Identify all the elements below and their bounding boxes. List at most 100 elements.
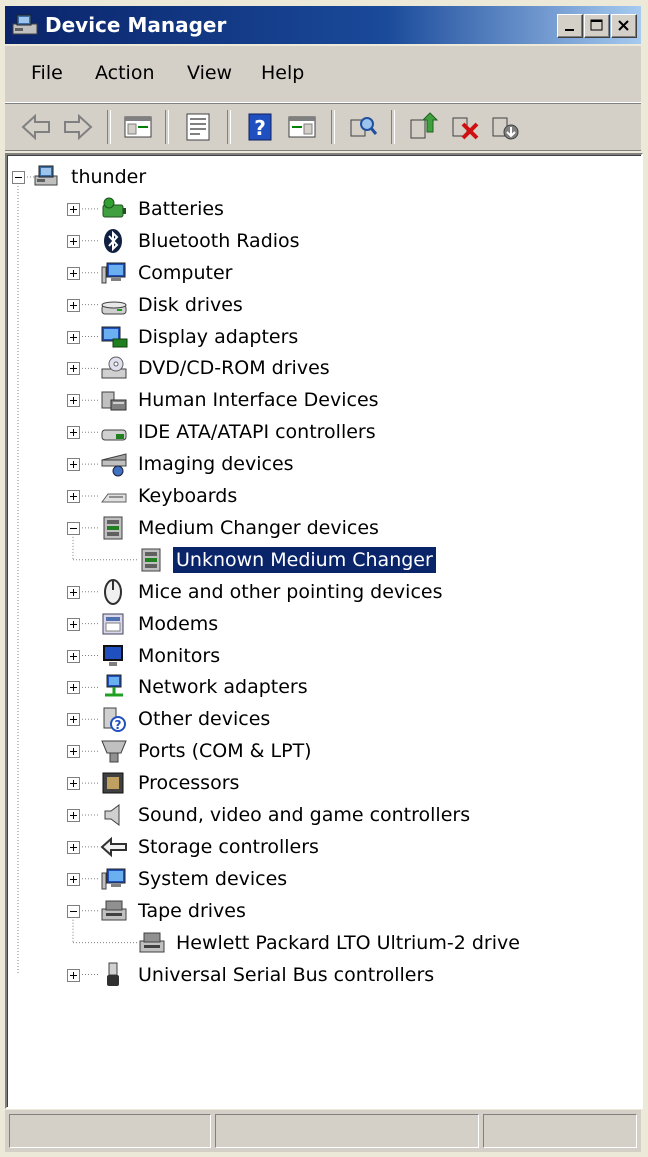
tree-item-tape-drives[interactable]: Tape drives — [99, 896, 249, 926]
update-driver-icon[interactable] — [405, 110, 439, 144]
scan-hardware-icon[interactable] — [345, 110, 379, 144]
dvd-drive-icon — [101, 356, 127, 379]
collapse-toggle-medium-changer-devices[interactable] — [67, 521, 80, 535]
expand-toggle-ide-ata-atapi-controllers[interactable] — [67, 426, 80, 440]
tree-item-label: DVD/CD-ROM drives — [138, 357, 330, 380]
mouse-icon — [104, 578, 122, 605]
tree-item-network-adapters[interactable]: Network adapters — [99, 672, 311, 702]
expand-toggle-network-adapters[interactable] — [67, 681, 80, 695]
expand-toggle-other-devices[interactable] — [67, 713, 80, 727]
hid-icon — [101, 391, 127, 411]
expand-toggle-dvd-cd-rom-drives[interactable] — [67, 362, 80, 376]
tree-item-label: thunder — [71, 166, 147, 188]
disable-icon[interactable] — [487, 110, 521, 144]
tree-item-human-interface-devices[interactable]: Human Interface Devices — [99, 385, 382, 415]
tree-item-monitors[interactable]: Monitors — [99, 641, 223, 671]
uninstall-icon[interactable] — [447, 110, 481, 144]
expand-toggle-processors[interactable] — [67, 777, 80, 791]
tree-item-medium-changer-devices[interactable]: Medium Changer devices — [99, 513, 382, 543]
window-title: Device Manager — [45, 13, 227, 37]
menu-bar: File Action View Help — [5, 46, 641, 103]
tree-item-universal-serial-bus-controllers[interactable]: Universal Serial Bus controllers — [99, 960, 437, 990]
tree-item-label: Ports (COM & LPT) — [138, 740, 312, 763]
back-icon[interactable] — [19, 110, 53, 144]
tree-item-imaging-devices[interactable]: Imaging devices — [99, 449, 297, 479]
tree-item-label: Universal Serial Bus controllers — [138, 963, 435, 986]
show-hide-console-tree-icon[interactable] — [121, 110, 155, 144]
tree-item-mice-and-other-pointing-devices[interactable]: Mice and other pointing devices — [99, 577, 445, 607]
imaging-device-icon — [101, 453, 127, 477]
menu-file[interactable]: File — [31, 62, 63, 84]
computer-icon — [101, 262, 126, 284]
expand-toggle-imaging-devices[interactable] — [67, 458, 80, 472]
tree-item-modems[interactable]: Modems — [99, 609, 221, 639]
help-icon[interactable]: ? — [243, 110, 277, 144]
menu-action[interactable]: Action — [95, 62, 155, 84]
tree-item-bluetooth-radios[interactable]: Bluetooth Radios — [99, 226, 303, 256]
title-bar[interactable]: Device Manager — [5, 6, 641, 44]
tree-item-unknown-medium-changer[interactable]: Unknown Medium Changer — [137, 545, 437, 575]
tree-item-computer[interactable]: Computer — [99, 258, 235, 288]
expand-toggle-disk-drives[interactable] — [67, 298, 80, 312]
tree-root-thunder[interactable]: thunder — [32, 162, 149, 192]
expand-toggle-system-devices[interactable] — [67, 872, 80, 886]
expand-toggle-monitors[interactable] — [67, 649, 80, 663]
tree-item-label: Bluetooth Radios — [138, 229, 300, 252]
minimize-button[interactable] — [557, 14, 583, 38]
expand-toggle-mice-and-other-pointing-devices[interactable] — [67, 585, 80, 599]
bluetooth-icon — [104, 228, 122, 253]
tree-item-hewlett-packard-lto-ultrium-2-drive[interactable]: Hewlett Packard LTO Ultrium-2 drive — [137, 928, 523, 958]
collapse-toggle-tape-drives[interactable] — [67, 904, 80, 918]
expand-toggle-modems[interactable] — [67, 617, 80, 631]
tree-item-storage-controllers[interactable]: Storage controllers — [99, 832, 322, 862]
status-pane-1 — [9, 1114, 211, 1148]
tree-item-disk-drives[interactable]: Disk drives — [99, 290, 246, 320]
medium-changer-icon — [103, 516, 123, 540]
tree-item-ports-com-lpt[interactable]: Ports (COM & LPT) — [99, 736, 315, 766]
close-button[interactable] — [611, 14, 637, 38]
tree-item-label: Keyboards — [138, 485, 238, 507]
modem-icon — [102, 613, 124, 635]
device-manager-app-icon — [12, 14, 38, 35]
tree-item-label: Storage controllers — [138, 835, 319, 858]
system-devices-icon — [101, 868, 126, 890]
tree-item-label: IDE ATA/ATAPI controllers — [138, 421, 376, 444]
menu-view[interactable]: View — [187, 62, 232, 84]
maximize-button[interactable] — [584, 14, 610, 38]
tree-item-keyboards[interactable]: Keyboards — [99, 481, 240, 511]
svg-text:?: ? — [254, 116, 266, 140]
tree-item-label: Processors — [138, 772, 240, 795]
expand-toggle-batteries[interactable] — [67, 202, 80, 216]
tree-item-display-adapters[interactable]: Display adapters — [99, 322, 301, 352]
tree-item-batteries[interactable]: Batteries — [99, 194, 227, 224]
expand-toggle-human-interface-devices[interactable] — [67, 394, 80, 408]
tree-item-label: Hewlett Packard LTO Ultrium-2 drive — [176, 931, 520, 954]
tree-item-label: Unknown Medium Changer — [172, 545, 437, 574]
menu-help[interactable]: Help — [261, 62, 304, 84]
expand-toggle-computer[interactable] — [67, 266, 80, 280]
medium-changer-icon — [141, 548, 161, 572]
tree-item-dvd-cd-rom-drives[interactable]: DVD/CD-ROM drives — [99, 353, 333, 383]
tree-item-ide-ata-atapi-controllers[interactable]: IDE ATA/ATAPI controllers — [99, 417, 379, 447]
tree-item-sound-video-and-game-controllers[interactable]: Sound, video and game controllers — [99, 800, 473, 830]
expand-toggle-keyboards[interactable] — [67, 490, 80, 503]
expand-toggle-storage-controllers[interactable] — [67, 840, 80, 854]
tape-drive-icon — [101, 900, 127, 921]
expand-toggle-universal-serial-bus-controllers[interactable] — [67, 968, 80, 982]
tree-item-label: Computer — [138, 261, 233, 284]
forward-icon[interactable] — [61, 110, 95, 144]
status-bar — [5, 1110, 641, 1152]
properties-icon[interactable] — [181, 110, 215, 144]
expand-toggle-sound-video-and-game-controllers[interactable] — [67, 809, 80, 822]
tree-item-system-devices[interactable]: System devices — [99, 864, 290, 894]
device-tree[interactable]: thunder Batteries Bluetooth Radios Computer… — [5, 153, 643, 1109]
export-list-icon[interactable] — [285, 110, 319, 144]
toolbar: ? — [5, 103, 641, 151]
port-icon — [101, 740, 127, 763]
collapse-toggle-root[interactable] — [12, 171, 25, 184]
tree-item-other-devices[interactable]: ? Other devices — [99, 704, 273, 734]
expand-toggle-display-adapters[interactable] — [67, 330, 80, 344]
expand-toggle-bluetooth-radios[interactable] — [67, 234, 80, 248]
tree-item-processors[interactable]: Processors — [99, 768, 242, 798]
expand-toggle-ports-com-lpt[interactable] — [67, 745, 80, 759]
